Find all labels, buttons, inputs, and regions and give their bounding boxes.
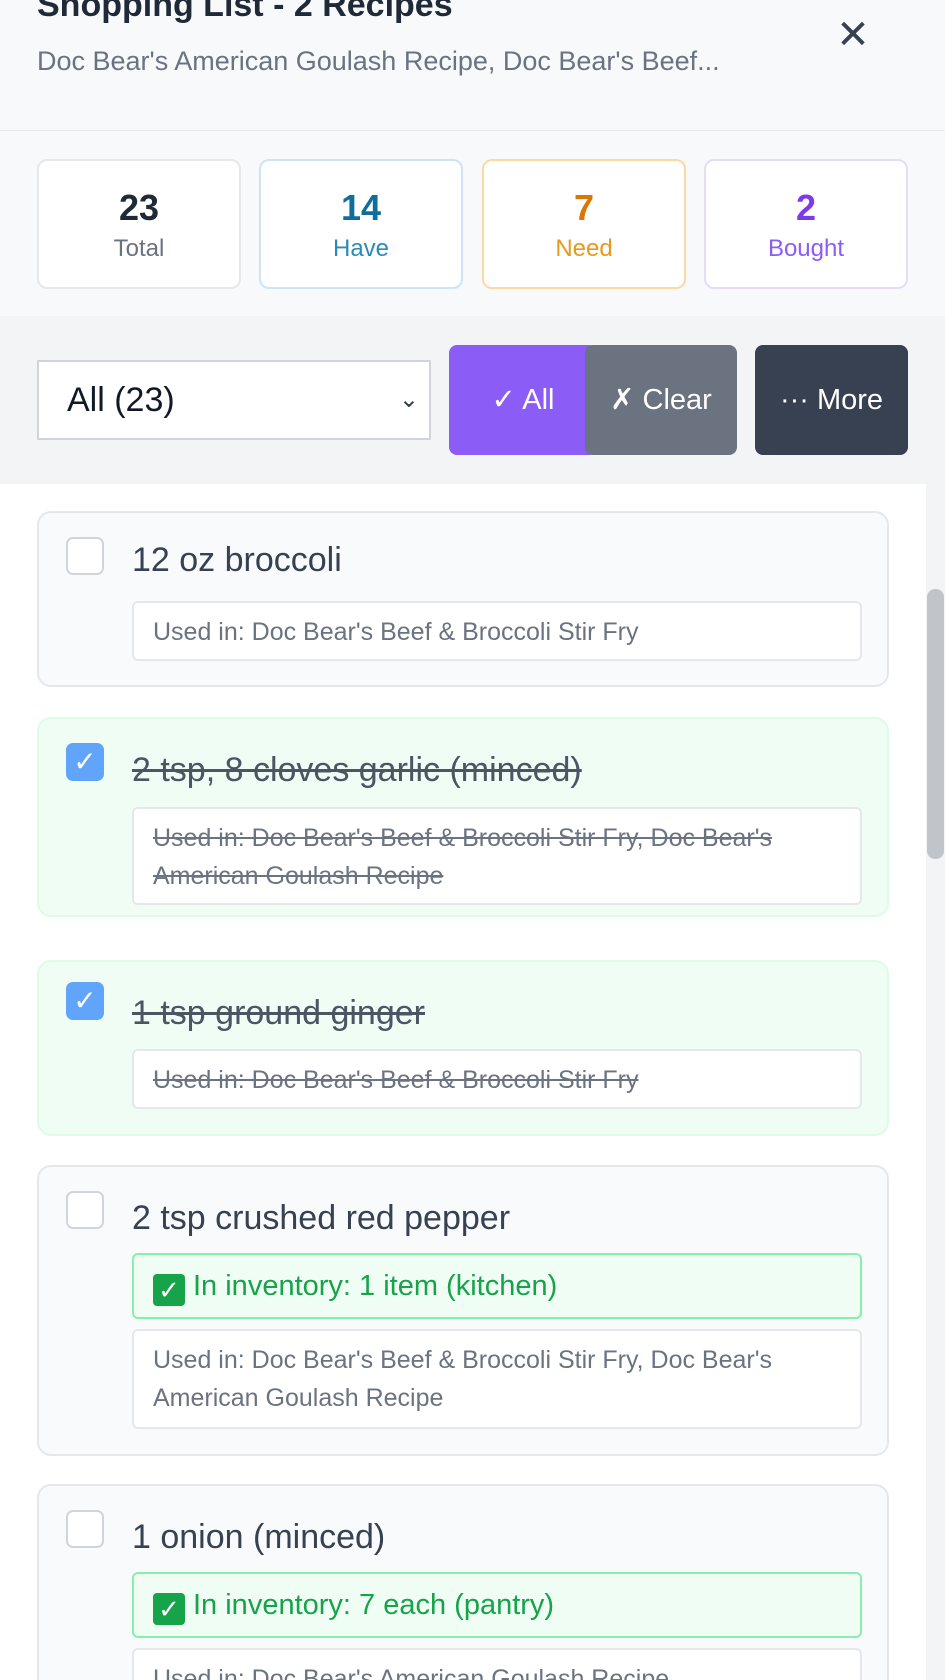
item-name: 1 tsp ground ginger <box>132 994 425 1032</box>
inventory-badge: ✓ In inventory: 1 item (kitchen) <box>132 1253 862 1319</box>
used-in-note: Used in: Doc Bear's Beef & Broccoli Stir… <box>132 601 862 661</box>
stat-have-label: Have <box>332 235 390 262</box>
item-checkbox[interactable] <box>66 537 104 575</box>
list-item: ✓ 1 tsp ground ginger Used in: Doc Bear'… <box>37 960 889 1136</box>
shopping-list[interactable]: 12 oz broccoli Used in: Doc Bear's Beef … <box>0 484 945 1680</box>
item-name: 1 onion (minced) <box>132 1518 386 1556</box>
check-mark-icon: ✓ <box>153 1593 185 1625</box>
used-in-note: Used in: Doc Bear's American Goulash Rec… <box>132 1648 862 1680</box>
list-item: 2 tsp crushed red pepper ✓ In inventory: … <box>37 1165 889 1456</box>
close-icon[interactable]: ✕ <box>830 12 876 58</box>
filter-select[interactable]: All (23) ⌄ <box>37 360 431 440</box>
clear-button[interactable]: ✗ Clear <box>585 345 737 455</box>
list-item: 1 onion (minced) ✓ In inventory: 7 each (… <box>37 1484 889 1680</box>
item-checkbox[interactable] <box>66 1191 104 1229</box>
toolbar: All (23) ⌄ ✓ All ✗ Clear ··· More <box>0 316 945 484</box>
stat-bought-label: Bought <box>767 235 845 262</box>
item-checkbox[interactable] <box>66 1510 104 1548</box>
used-in-note: Used in: Doc Bear's Beef & Broccoli Stir… <box>132 1329 862 1429</box>
scrollbar-thumb[interactable] <box>927 589 944 859</box>
stat-bought-value: 2 <box>795 187 817 228</box>
stat-have: 14 Have <box>259 159 463 289</box>
stat-need-label: Need <box>555 235 613 262</box>
list-item: 12 oz broccoli Used in: Doc Bear's Beef … <box>37 511 889 687</box>
page-title: Shopping List - 2 Recipes <box>37 0 453 24</box>
item-name: 2 tsp, 8 cloves garlic (minced) <box>132 751 582 789</box>
chevron-down-icon: ⌄ <box>398 386 419 413</box>
more-button[interactable]: ··· More <box>755 345 908 455</box>
inventory-text: In inventory: 7 each (pantry) <box>193 1589 555 1621</box>
check-mark-icon: ✓ <box>153 1274 185 1306</box>
select-all-button[interactable]: ✓ All <box>449 345 597 455</box>
modal-header: Shopping List - 2 Recipes Doc Bear's Ame… <box>0 0 945 131</box>
stat-have-value: 14 <box>340 187 382 228</box>
stats-bar: 23 Total 14 Have 7 Need 2 Bought <box>0 132 945 316</box>
filter-select-value: All (23) <box>67 381 175 419</box>
item-name: 12 oz broccoli <box>132 541 342 579</box>
inventory-badge: ✓ In inventory: 7 each (pantry) <box>132 1572 862 1638</box>
stat-total-label: Total <box>113 235 165 262</box>
recipe-subtitle: Doc Bear's American Goulash Recipe, Doc … <box>37 46 720 76</box>
list-item: ✓ 2 tsp, 8 cloves garlic (minced) Used i… <box>37 717 889 917</box>
stat-total-value: 23 <box>118 187 160 228</box>
used-in-note: Used in: Doc Bear's Beef & Broccoli Stir… <box>132 1049 862 1109</box>
stat-bought: 2 Bought <box>704 159 908 289</box>
inventory-text: In inventory: 1 item (kitchen) <box>193 1270 558 1302</box>
checkbox-checked-icon[interactable]: ✓ <box>66 982 104 1020</box>
stat-need: 7 Need <box>482 159 686 289</box>
stat-need-value: 7 <box>573 187 595 228</box>
item-name: 2 tsp crushed red pepper <box>132 1199 511 1237</box>
used-in-note: Used in: Doc Bear's Beef & Broccoli Stir… <box>132 807 862 905</box>
checkbox-checked-icon[interactable]: ✓ <box>66 743 104 781</box>
stat-total: 23 Total <box>37 159 241 289</box>
